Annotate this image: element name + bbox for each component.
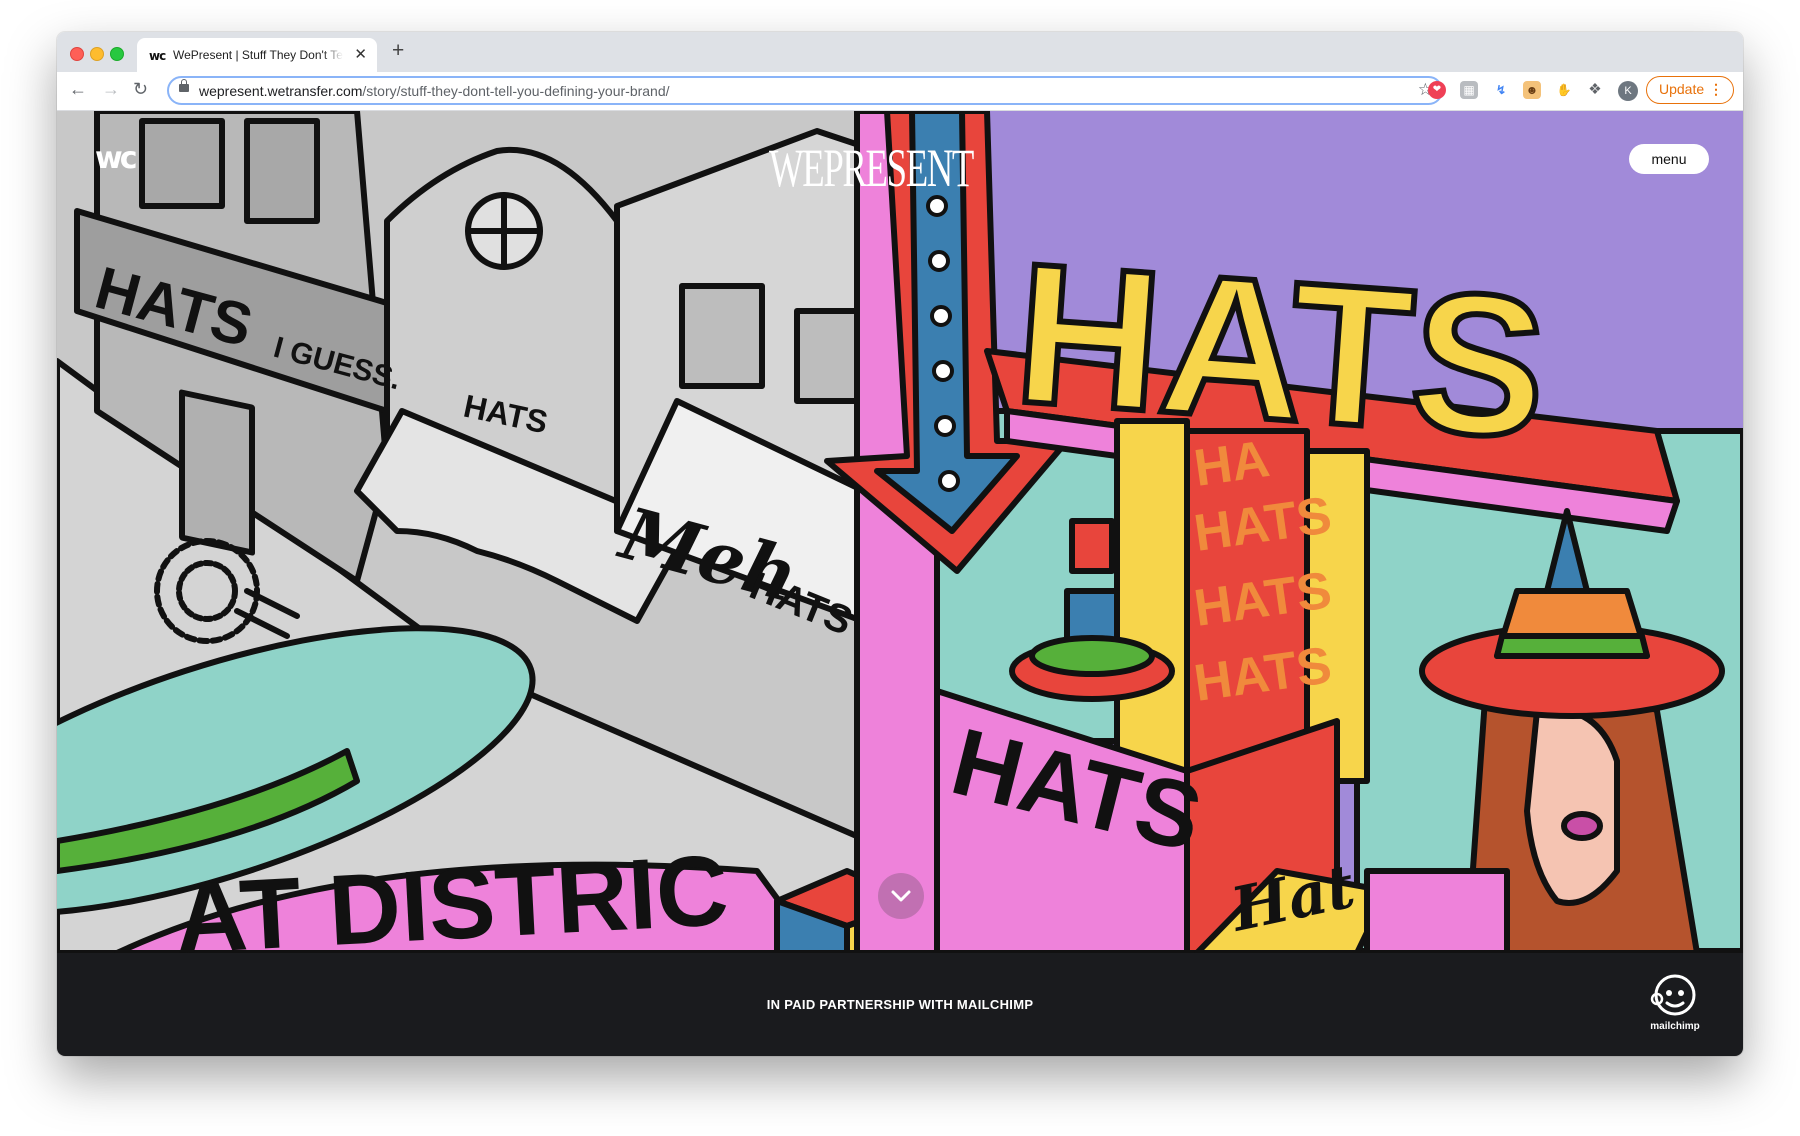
hat-stand-disc-green	[1029, 635, 1155, 677]
menu-button[interactable]: menu	[1629, 144, 1709, 174]
close-window-button[interactable]	[70, 47, 84, 61]
wetransfer-favicon-icon: wc	[149, 49, 166, 63]
hats-sign-text: HATS	[1009, 221, 1553, 480]
woman-face	[1524, 706, 1620, 906]
new-tab-button[interactable]: +	[392, 39, 404, 63]
hat-stand-top	[1069, 518, 1115, 574]
reload-icon[interactable]: ↻	[133, 79, 148, 100]
hero-illustration: HATS HATS I GUESS. HATS Meh HATS HA HATS…	[57, 111, 1743, 953]
tab-wepresent[interactable]: wc WePresent | Stuff They Don't Tell You…	[137, 38, 377, 72]
url-text[interactable]: wepresent.wetransfer.com/story/stuff-the…	[199, 83, 670, 99]
tab-strip: wc WePresent | Stuff They Don't Tell You…	[57, 32, 1743, 72]
url-host: wepresent.wetransfer.com	[199, 83, 363, 99]
forward-arrow-icon[interactable]: →	[102, 79, 120, 100]
wepresent-wordmark[interactable]: WEPRESENT	[769, 137, 974, 199]
window-hats-line: HA	[1191, 430, 1273, 498]
hand-extension-icon[interactable]: ✋	[1555, 81, 1573, 99]
lock-icon[interactable]	[179, 79, 189, 92]
update-button[interactable]: Update ⋮	[1646, 76, 1734, 104]
browser-window: wc WePresent | Stuff They Don't Tell You…	[57, 32, 1743, 1056]
more-vert-icon: ⋮	[1709, 81, 1723, 97]
mailchimp-wordmark: mailchimp	[1650, 1021, 1700, 1032]
chevron-down-icon	[891, 890, 911, 902]
building-window	[244, 118, 320, 224]
tab-title: WePresent | Stuff They Don't Tell You	[173, 48, 343, 62]
partnership-footer: IN PAID PARTNERSHIP WITH MAILCHIMP mailc…	[57, 953, 1743, 1056]
pink-frame	[1364, 868, 1510, 953]
building-window	[139, 118, 225, 209]
extensions-puzzle-icon[interactable]: ❖	[1586, 81, 1604, 99]
address-bar[interactable]: wepresent.wetransfer.com/story/stuff-the…	[167, 76, 1443, 105]
maximize-window-button[interactable]	[110, 47, 124, 61]
pocket-extension-icon[interactable]: ❤	[1428, 81, 1446, 99]
shop-door	[179, 389, 255, 556]
mailchimp-freddie-icon	[1650, 974, 1696, 1016]
woman-lips	[1561, 811, 1603, 841]
yellow-pillar	[1114, 418, 1190, 784]
partnership-text: IN PAID PARTNERSHIP WITH MAILCHIMP	[766, 997, 1034, 1012]
page-viewport: HATS HATS I GUESS. HATS Meh HATS HA HATS…	[57, 111, 1743, 1056]
update-label: Update	[1659, 81, 1705, 97]
minimize-window-button[interactable]	[90, 47, 104, 61]
browser-toolbar: ← → ↻ wepresent.wetransfer.com/story/stu…	[57, 72, 1743, 111]
close-tab-icon[interactable]: ✕	[354, 45, 367, 63]
woman-hat-band	[1494, 633, 1650, 659]
building-window	[679, 283, 765, 389]
back-arrow-icon[interactable]: ←	[69, 79, 87, 100]
scroll-down-button[interactable]	[878, 873, 924, 919]
mailchimp-logo[interactable]: mailchimp	[1647, 973, 1703, 1037]
wetransfer-logo[interactable]: wc	[95, 141, 137, 176]
face-extension-icon[interactable]: ☻	[1523, 81, 1541, 99]
translate-extension-icon[interactable]: ↯	[1492, 81, 1510, 99]
profile-avatar[interactable]: K	[1618, 81, 1638, 101]
url-path: /story/stuff-they-dont-tell-you-defining…	[362, 83, 670, 99]
extension-icon[interactable]: ▦	[1460, 81, 1478, 99]
